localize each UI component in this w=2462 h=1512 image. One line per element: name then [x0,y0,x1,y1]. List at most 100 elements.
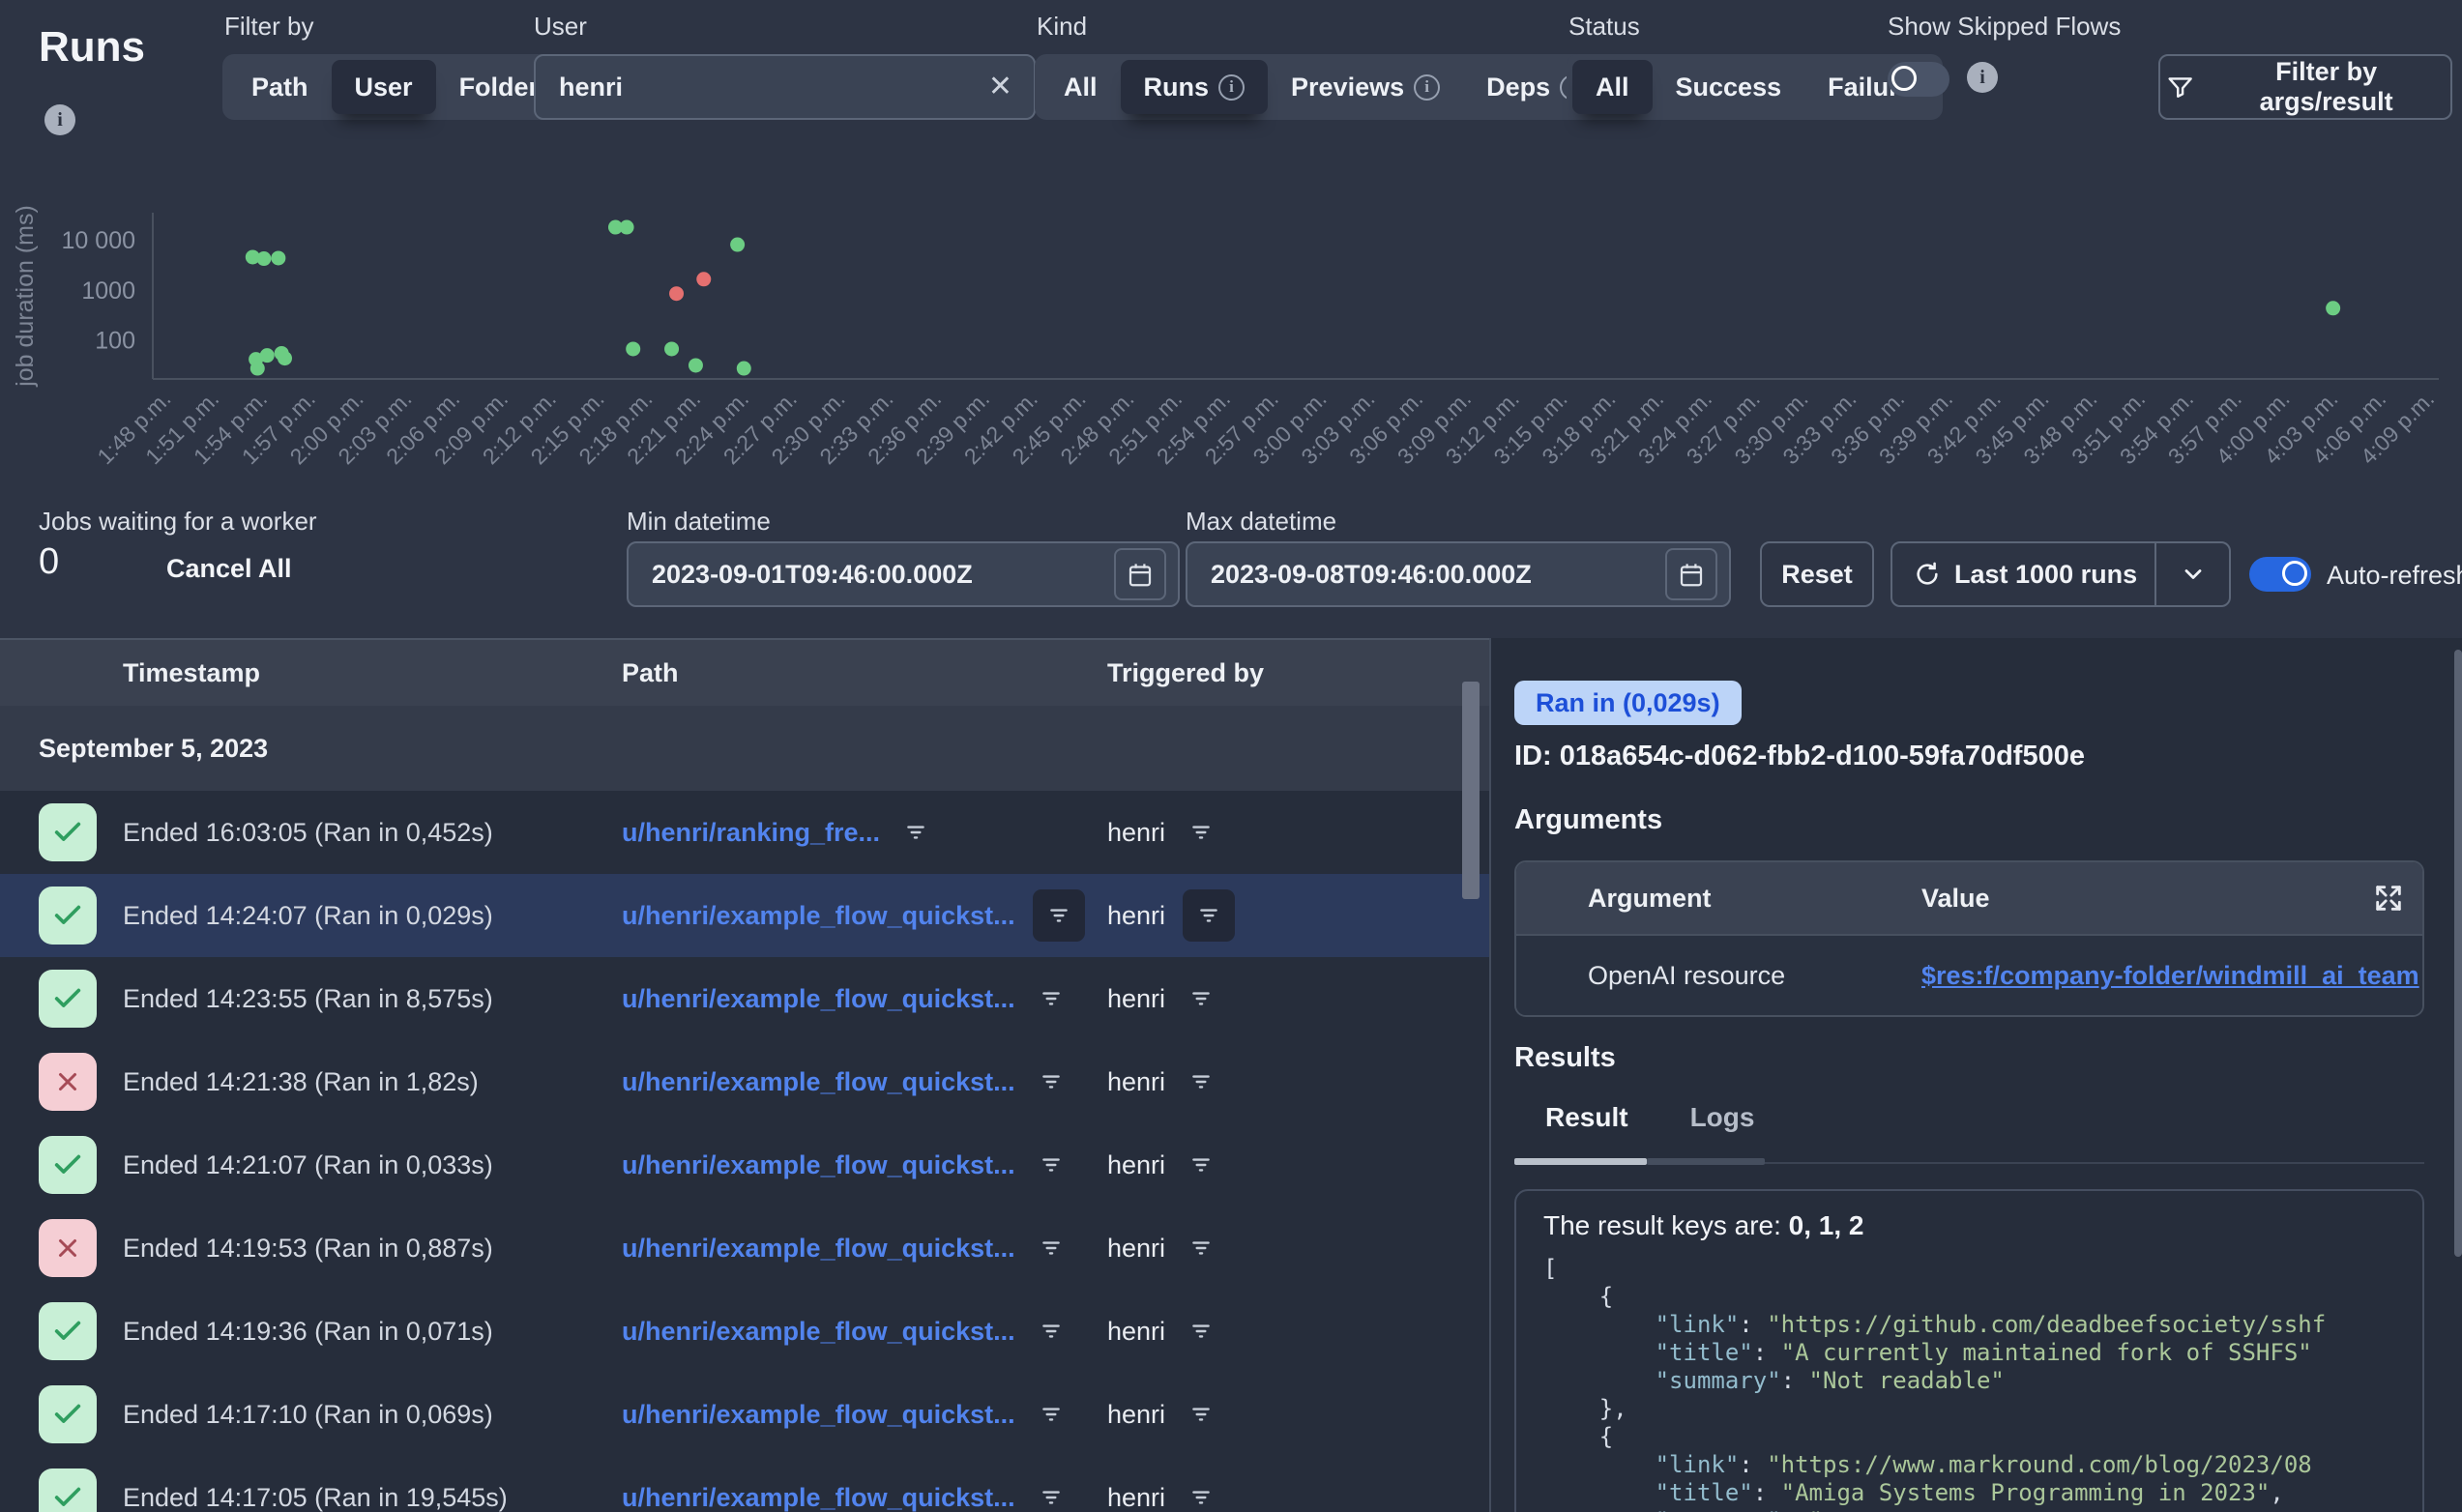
table-row[interactable]: Ended 14:19:36 (Ran in 0,071s) u/henri/e… [0,1290,1489,1373]
filter-args-result-button[interactable]: Filter by args/result [2158,54,2452,120]
expand-icon[interactable] [2355,881,2422,916]
run-path-link[interactable]: u/henri/example_flow_quickst... [622,984,1015,1014]
chevron-down-icon [2180,561,2207,588]
run-path-link[interactable]: u/henri/example_flow_quickst... [622,1067,1015,1097]
x-axis-ticks: 1:48 p.m.1:51 p.m.1:54 p.m.1:57 p.m.2:00… [92,386,2439,469]
filter-by-path-icon[interactable] [1033,980,1070,1017]
success-icon [39,1136,97,1194]
last-runs-dropdown-button[interactable] [2156,543,2229,605]
run-point[interactable] [626,341,640,356]
clear-user-filter-icon[interactable]: ✕ [979,73,1022,102]
run-point[interactable] [669,286,684,301]
success-icon [39,803,97,861]
run-point[interactable] [250,362,265,376]
run-point[interactable] [271,250,285,265]
show-skipped-info-icon[interactable]: i [1967,62,1998,93]
tab-logs[interactable]: Logs [1690,1102,1755,1133]
run-path-link[interactable]: u/henri/example_flow_quickst... [622,1234,1015,1264]
filter-by-user-icon[interactable] [1183,1147,1219,1183]
run-path-link[interactable]: u/henri/example_flow_quickst... [622,1317,1015,1347]
success-icon [39,1385,97,1443]
kind-previews-button[interactable]: Previewsi [1268,60,1463,114]
run-point[interactable] [664,341,679,356]
kind-segmented: All Runsi Previewsi Depsi [1035,54,1615,120]
max-datetime-input[interactable] [1209,559,1665,591]
run-point[interactable] [737,362,751,376]
run-point[interactable] [689,358,703,372]
max-datetime-calendar-icon[interactable] [1665,548,1717,600]
filter-by-user-icon[interactable] [1183,1479,1219,1512]
y-axis-title: job duration (ms) [12,205,39,388]
run-point[interactable] [260,348,275,363]
argument-value-link[interactable]: $res:f/company-folder/windmill_ai_team [1921,961,2422,991]
filter-by-user-icon[interactable] [1183,814,1219,851]
filter-by-user-icon[interactable] [1183,980,1219,1017]
date-group-row: September 5, 2023 [0,706,1489,791]
table-row[interactable]: Ended 14:17:10 (Ran in 0,069s) u/henri/e… [0,1373,1489,1456]
table-row[interactable]: Ended 14:21:38 (Ran in 1,82s) u/henri/ex… [0,1040,1489,1123]
kind-runs-info-icon: i [1218,74,1245,101]
kind-all-button[interactable]: All [1040,60,1121,114]
run-path-link[interactable]: u/henri/example_flow_quickst... [622,1483,1015,1512]
svg-text:100: 100 [95,328,135,355]
max-datetime-label: Max datetime [1186,507,1336,537]
show-skipped-toggle[interactable] [1888,62,1949,97]
run-detail-panel: Ran in (0,029s) ID: 018a654c-d062-fbb2-d… [1491,638,2462,1512]
table-row[interactable]: Ended 14:21:07 (Ran in 0,033s) u/henri/e… [0,1123,1489,1207]
tab-result[interactable]: Result [1545,1102,1628,1133]
col-argument: Argument [1588,884,1921,914]
run-user: henri [1107,984,1165,1014]
failure-icon [39,1053,97,1111]
run-point[interactable] [256,251,271,266]
kind-runs-button[interactable]: Runsi [1121,60,1269,114]
filter-by-path-button[interactable]: Path [228,60,332,114]
filter-by-path-icon[interactable] [1033,1230,1070,1266]
filter-by-path-icon[interactable] [1033,1479,1070,1512]
table-row[interactable]: Ended 14:17:05 (Ran in 19,545s) u/henri/… [0,1456,1489,1512]
filter-by-path-icon[interactable] [1033,1147,1070,1183]
run-point[interactable] [620,220,634,235]
run-point[interactable] [278,351,292,365]
filter-by-user-icon[interactable] [1183,1313,1219,1350]
run-path-link[interactable]: u/henri/example_flow_quickst... [622,901,1015,931]
run-timestamp: Ended 14:21:38 (Ran in 1,82s) [123,1067,622,1097]
run-point[interactable] [696,272,711,286]
filter-by-path-icon[interactable] [1033,1396,1070,1433]
table-row[interactable]: Ended 16:03:05 (Ran in 0,452s) u/henri/r… [0,791,1489,874]
run-timestamp: Ended 16:03:05 (Ran in 0,452s) [123,818,622,848]
filter-by-path-icon[interactable] [1033,889,1085,942]
auto-refresh-toggle[interactable] [2249,557,2311,592]
status-all-button[interactable]: All [1572,60,1653,114]
last-runs-button[interactable]: Last 1000 runs [1892,543,2154,605]
cancel-all-button[interactable]: Cancel All [161,553,298,585]
filter-by-path-icon[interactable] [897,814,934,851]
filter-by-user-icon[interactable] [1183,1063,1219,1100]
run-path-link[interactable]: u/henri/example_flow_quickst... [622,1150,1015,1180]
run-point[interactable] [2326,301,2340,315]
min-datetime-calendar-icon[interactable] [1114,548,1166,600]
filter-by-path-icon[interactable] [1033,1313,1070,1350]
table-row[interactable]: Ended 14:19:53 (Ran in 0,887s) u/henri/e… [0,1207,1489,1290]
filter-by-user-button[interactable]: User [332,60,436,114]
filter-by-user-icon[interactable] [1183,889,1235,942]
run-point[interactable] [730,238,745,252]
table-scrollbar[interactable] [1462,682,1480,899]
runs-info-icon[interactable]: i [44,104,75,135]
run-path-link[interactable]: u/henri/ranking_fre... [622,818,880,848]
max-datetime-field [1186,541,1731,607]
filter-by-user-icon[interactable] [1183,1230,1219,1266]
min-datetime-input[interactable] [650,559,1114,591]
run-path-link[interactable]: u/henri/example_flow_quickst... [622,1400,1015,1430]
filter-by-path-icon[interactable] [1033,1063,1070,1100]
detail-scrollbar[interactable] [2454,650,2462,1257]
arguments-table: Argument Value OpenAI resource $res:f/co… [1514,860,2424,1017]
table-row[interactable]: Ended 14:23:55 (Ran in 8,575s) u/henri/e… [0,957,1489,1040]
table-row[interactable]: Ended 14:24:07 (Ran in 0,029s) u/henri/e… [0,874,1489,957]
run-user: henri [1107,1317,1165,1347]
status-success-button[interactable]: Success [1653,60,1805,114]
reset-button[interactable]: Reset [1760,541,1874,607]
user-filter-input[interactable] [557,72,979,103]
run-user: henri [1107,1400,1165,1430]
results-title: Results [1514,1042,1616,1074]
filter-by-user-icon[interactable] [1183,1396,1219,1433]
